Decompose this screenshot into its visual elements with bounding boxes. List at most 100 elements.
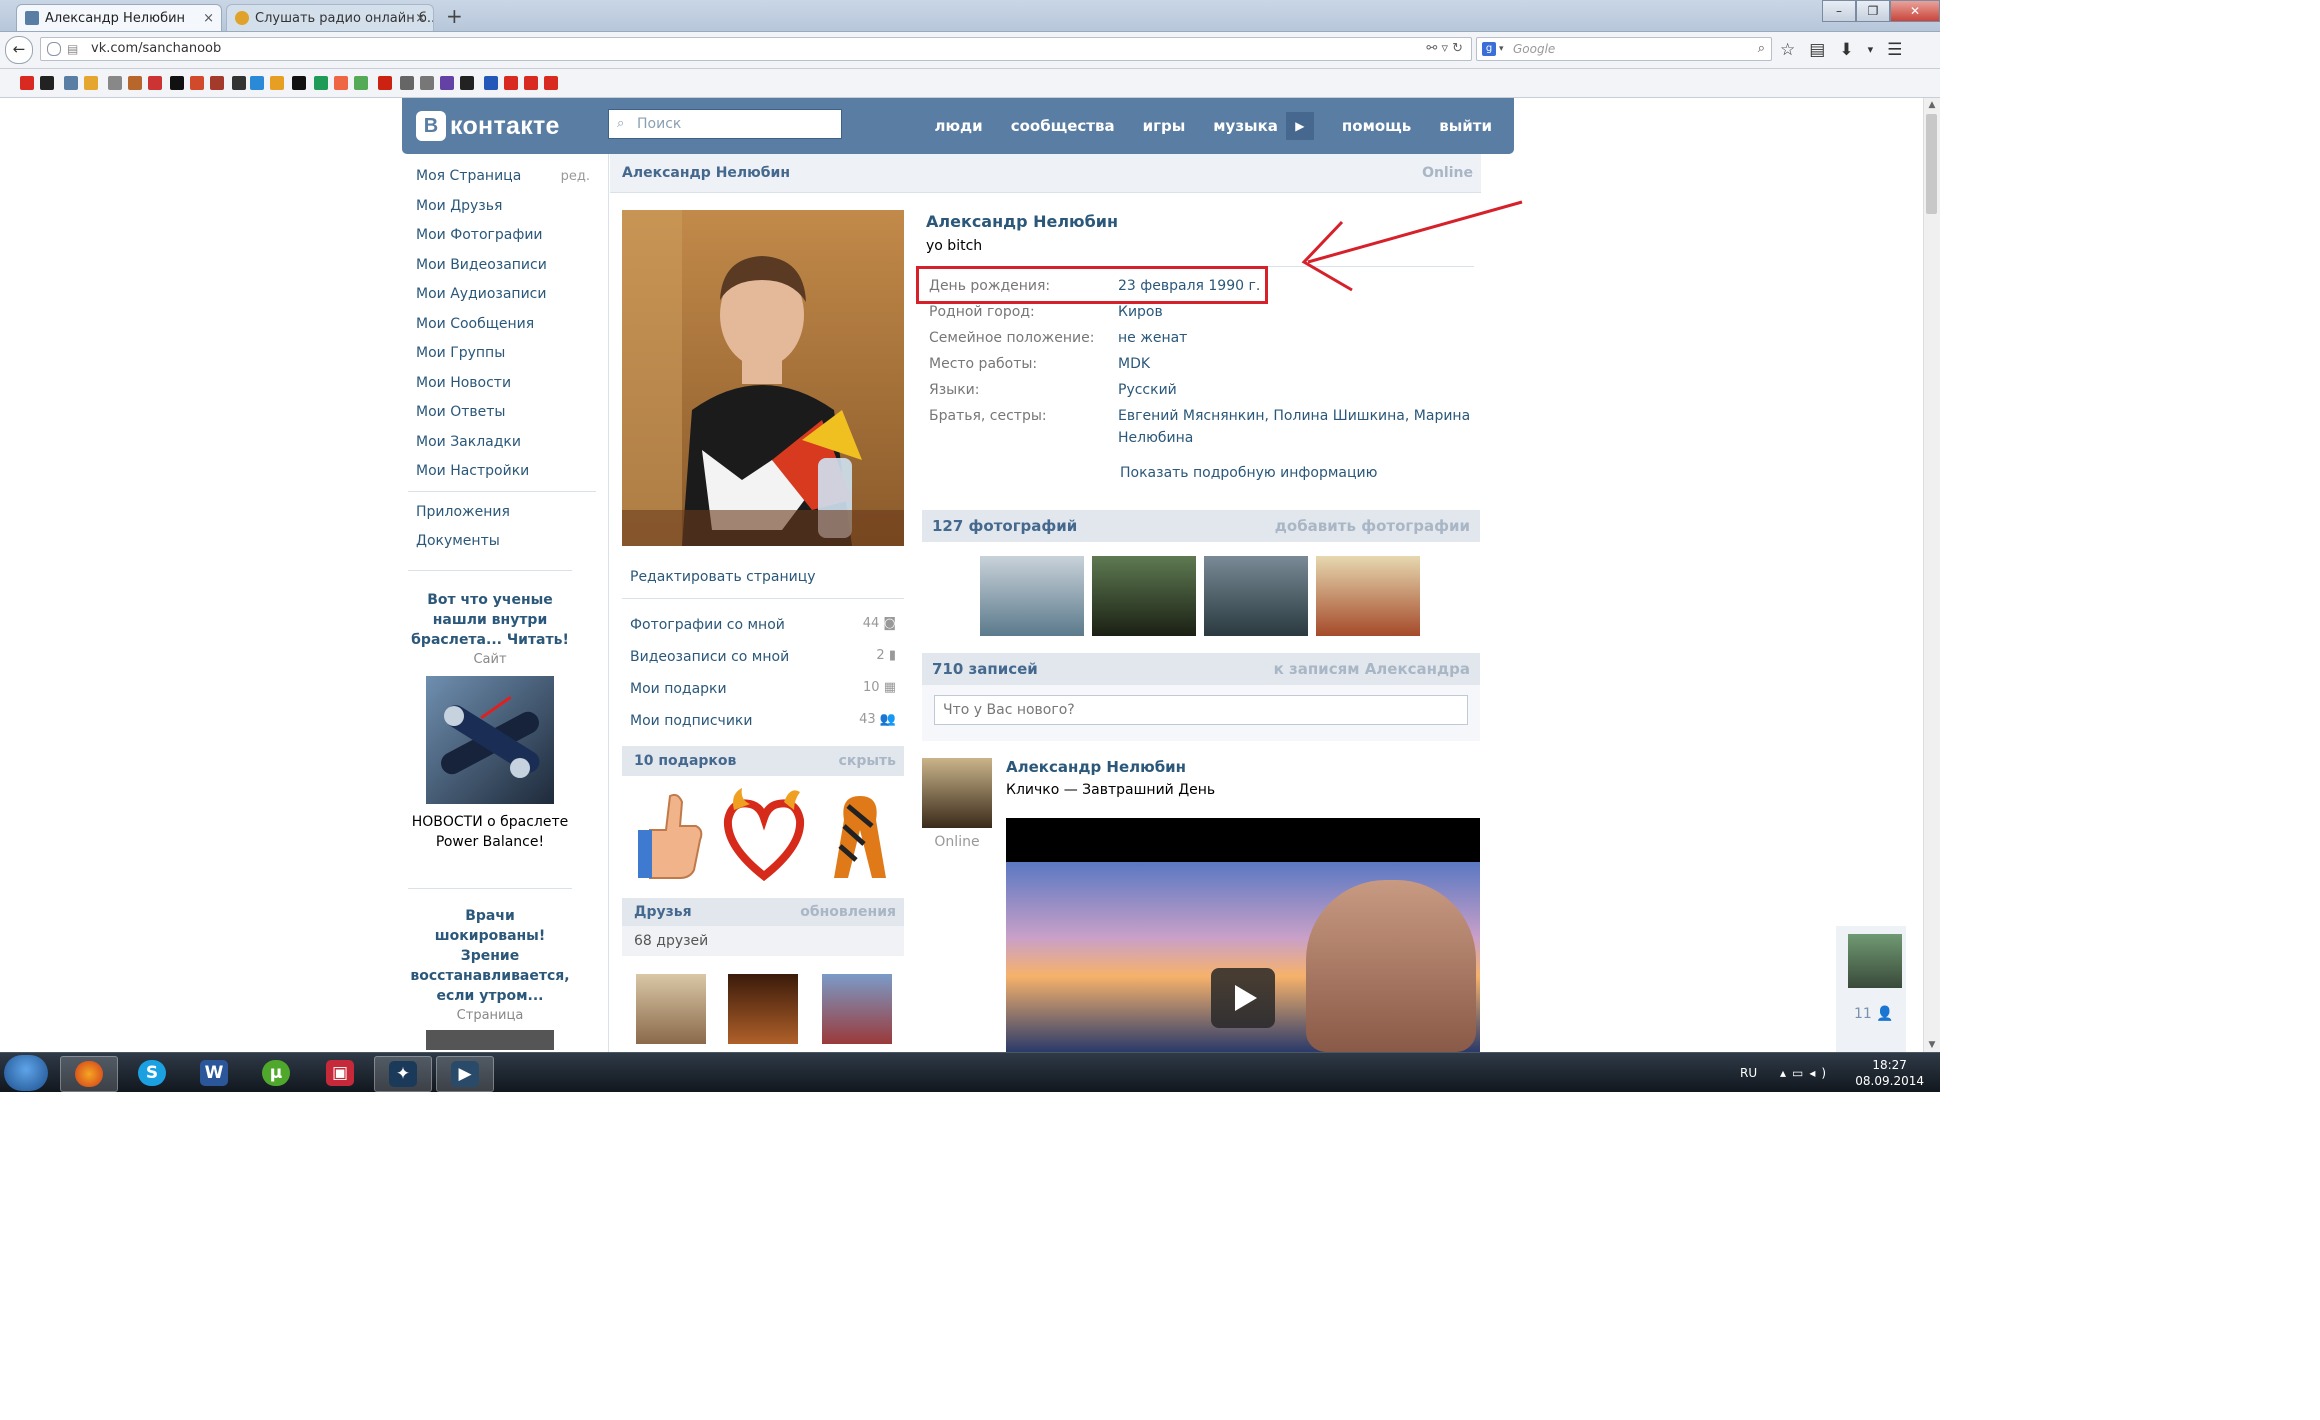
friend-thumb[interactable] — [636, 974, 706, 1044]
link-videos-with-me[interactable]: Видеозаписи со мной 2 ▮ — [630, 640, 896, 672]
photos-count[interactable]: 127 фотографий — [932, 510, 1077, 542]
taskbar-firefox[interactable] — [60, 1056, 118, 1092]
gifts-hide-link[interactable]: скрыть — [839, 746, 896, 776]
friends-updates-link[interactable]: обновления — [800, 898, 896, 926]
taskbar-app[interactable]: ▶ — [436, 1056, 494, 1092]
menu-documents[interactable]: Документы — [416, 527, 596, 557]
gifts-count[interactable]: 10 подарков — [634, 746, 736, 776]
language-indicator[interactable]: RU — [1740, 1053, 1757, 1092]
menu-audio[interactable]: Мои Аудиозаписи — [416, 280, 596, 310]
menu-settings[interactable]: Мои Настройки — [416, 457, 596, 487]
nav-help[interactable]: помощь — [1342, 117, 1411, 135]
taskbar-app[interactable]: ▣ — [312, 1056, 368, 1090]
nav-people[interactable]: люди — [934, 117, 982, 135]
ad-image[interactable] — [426, 1030, 554, 1050]
gift-thumbs-up[interactable] — [630, 786, 710, 882]
ad-text[interactable]: НОВОСТИ о браслете Power Balance! — [408, 812, 572, 852]
url-bar[interactable]: ▤ vk.com/sanchanoob ⚯ ▿ ↻ — [40, 37, 1472, 61]
youtube-icon[interactable] — [544, 76, 558, 90]
bookmark-icon[interactable] — [420, 76, 434, 90]
tab-radio[interactable]: Слушать радио онлайн б... × — [226, 4, 434, 31]
nav-games[interactable]: игры — [1143, 117, 1186, 135]
taskbar-app[interactable]: ✦ — [374, 1056, 432, 1092]
add-photos-link[interactable]: добавить фотографии — [1275, 510, 1470, 542]
info-value[interactable]: не женат — [1118, 325, 1478, 351]
friend-thumb[interactable] — [728, 974, 798, 1044]
ad-title[interactable]: Врачи шокированы! Зрение восстанавливает… — [408, 906, 572, 1006]
info-value[interactable]: MDK — [1118, 351, 1478, 377]
bookmark-icon[interactable] — [250, 76, 264, 90]
bookmark-icon[interactable] — [232, 76, 246, 90]
post-author-name[interactable]: Александр Нелюбин — [1006, 758, 1186, 776]
vk-search-input[interactable]: ⌕ Поиск — [608, 109, 842, 139]
wall-link[interactable]: к записям Александра — [1274, 653, 1470, 685]
menu-icon[interactable]: ☰ — [1887, 38, 1902, 62]
post-author-avatar[interactable] — [922, 758, 992, 828]
bookmark-icon[interactable] — [292, 76, 306, 90]
gift-burning-heart[interactable] — [720, 786, 808, 882]
taskbar-skype[interactable]: S — [124, 1056, 180, 1090]
bookmark-icon[interactable] — [484, 76, 498, 90]
bookmark-icon[interactable] — [270, 76, 284, 90]
ad-title[interactable]: Вот что ученые нашли внутри браслета... … — [408, 590, 572, 650]
nav-logout[interactable]: выйти — [1439, 117, 1492, 135]
taskbar-word[interactable]: W — [186, 1056, 242, 1090]
bookmark-icon[interactable] — [314, 76, 328, 90]
bookmark-icon[interactable] — [210, 76, 224, 90]
play-icon[interactable]: ▶ — [1285, 112, 1314, 140]
scroll-down-icon[interactable]: ▼ — [1924, 1040, 1940, 1050]
bookmark-icon[interactable] — [378, 76, 392, 90]
close-tab-icon[interactable]: × — [415, 5, 426, 31]
photo-thumb[interactable] — [1204, 556, 1308, 636]
edit-link[interactable]: ред. — [561, 162, 590, 192]
edit-page-link[interactable]: Редактировать страницу — [630, 560, 896, 592]
maximize-icon[interactable]: ❐ — [1856, 0, 1890, 22]
bookmark-icon[interactable] — [108, 76, 122, 90]
reload-icon[interactable]: ⚯ ▿ ↻ — [1426, 38, 1463, 60]
post-video[interactable] — [1006, 818, 1480, 1052]
tray-icons[interactable]: ▴▭◂) — [1780, 1053, 1832, 1092]
scroll-up-icon[interactable]: ▲ — [1924, 100, 1940, 110]
menu-news[interactable]: Мои Новости — [416, 369, 596, 399]
gift-st-george-ribbon[interactable] — [820, 786, 900, 882]
bookmark-icon[interactable] — [460, 76, 474, 90]
tab-profile[interactable]: Александр Нелюбин × — [16, 4, 222, 31]
friends-subheader[interactable]: 68 друзей — [622, 926, 904, 956]
menu-bookmarks[interactable]: Мои Закладки — [416, 428, 596, 458]
photo-thumb[interactable] — [1316, 556, 1420, 636]
menu-apps[interactable]: Приложения — [416, 498, 596, 528]
bookmark-icon[interactable] — [334, 76, 348, 90]
ad-block-2[interactable]: Врачи шокированы! Зрение восстанавливает… — [408, 906, 572, 1050]
menu-messages[interactable]: Мои Сообщения — [416, 310, 596, 340]
vk-icon[interactable] — [64, 76, 78, 90]
bookmark-icon[interactable] — [440, 76, 454, 90]
minimize-icon[interactable]: – — [1822, 0, 1856, 22]
menu-videos[interactable]: Мои Видеозаписи — [416, 251, 596, 281]
bookmark-star-icon[interactable]: ☆ — [1780, 38, 1795, 62]
show-more-info-link[interactable]: Показать подробную информацию — [1120, 465, 1377, 481]
photos-header[interactable]: 127 фотографий добавить фотографии — [922, 510, 1480, 542]
chat-friend-avatar[interactable] — [1848, 934, 1902, 988]
vk-logo[interactable]: В контакте — [416, 109, 560, 143]
youtube-icon[interactable] — [20, 76, 34, 90]
download-icon[interactable]: ⬇ — [1839, 38, 1853, 62]
search-bar[interactable]: g ▾ Google ⌕ — [1476, 37, 1772, 61]
search-icon[interactable]: ⌕ — [1758, 38, 1765, 60]
close-tab-icon[interactable]: × — [203, 5, 214, 31]
start-button[interactable] — [4, 1055, 48, 1091]
friends-header[interactable]: Друзья обновления — [622, 898, 904, 926]
link-my-gifts[interactable]: Мои подарки 10 ▦ — [630, 672, 896, 704]
link-photos-with-me[interactable]: Фотографии со мной 44 ◙ — [630, 608, 896, 640]
back-button[interactable]: ← — [5, 36, 33, 64]
nav-communities[interactable]: сообщества — [1011, 117, 1115, 135]
profile-avatar[interactable] — [622, 210, 904, 546]
friend-thumb[interactable] — [822, 974, 892, 1044]
ad-image[interactable] — [426, 676, 554, 804]
menu-photos[interactable]: Мои Фотографии — [416, 221, 596, 251]
gifts-header[interactable]: 10 подарков скрыть — [622, 746, 904, 776]
video-play-button[interactable] — [1211, 968, 1275, 1028]
wall-post-input[interactable]: Что у Вас нового? — [934, 695, 1468, 725]
reading-list-icon[interactable]: ▤ — [1809, 38, 1825, 62]
photo-thumb[interactable] — [1092, 556, 1196, 636]
youtube-icon[interactable] — [524, 76, 538, 90]
